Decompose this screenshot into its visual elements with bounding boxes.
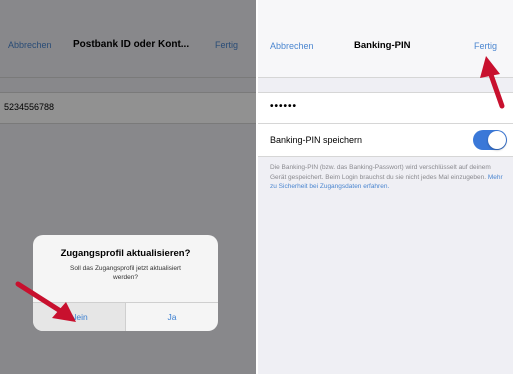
pin-hint-text: Die Banking-PIN (bzw. das Banking-Passwo… [270,164,491,181]
left-screen: Abbrechen Postbank ID oder Kont... Ferti… [0,0,256,374]
pin-hint: Die Banking-PIN (bzw. das Banking-Passwo… [270,163,506,192]
save-pin-row: Banking-PIN speichern [258,124,513,157]
right-nav-title: Banking-PIN [354,40,411,51]
right-screen: Abbrechen Banking-PIN Fertig •••••• Bank… [258,0,513,374]
right-cancel-button[interactable]: Abbrechen [270,41,314,51]
right-navigation-bar: Abbrechen Banking-PIN Fertig [258,0,513,78]
save-pin-toggle[interactable] [473,130,507,150]
pin-field[interactable]: •••••• [258,92,513,124]
toggle-knob [488,131,506,149]
annotation-arrow-icon [15,281,76,322]
save-pin-label: Banking-PIN speichern [270,135,363,145]
pin-value: •••••• [270,101,298,112]
alert-yes-button[interactable]: Ja [126,303,218,331]
annotation-arrow-icon [480,56,505,109]
alert-title: Zugangsprofil aktualisieren? [60,248,191,259]
right-done-button[interactable]: Fertig [474,41,497,51]
